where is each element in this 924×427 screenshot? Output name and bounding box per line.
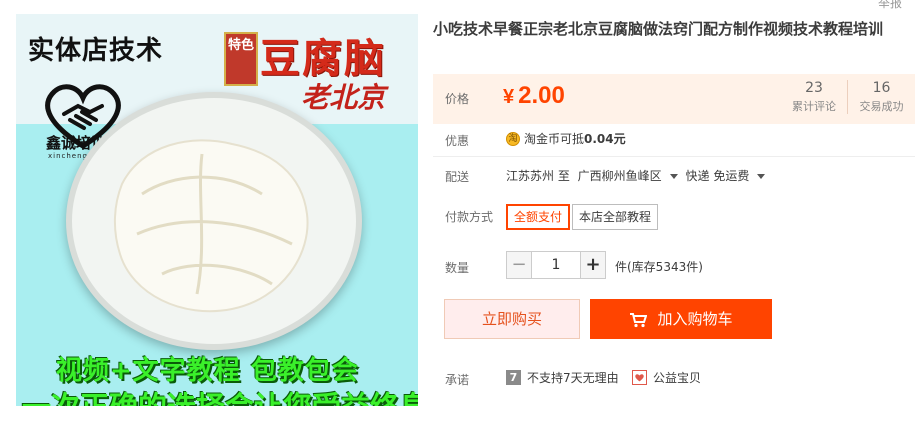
image-badge: 特色: [224, 32, 258, 86]
sales-label: 交易成功: [859, 100, 904, 113]
price-label: 价格: [445, 92, 470, 106]
sales-count: 16: [872, 80, 891, 96]
quantity-increase-button[interactable]: +: [580, 251, 606, 279]
promo-amount: 0.04元: [584, 132, 626, 146]
promise-item-2: 公益宝贝: [653, 371, 702, 385]
image-city: 老北京: [301, 81, 386, 114]
price-value: ¥2.00: [503, 82, 565, 110]
product-image[interactable]: 实体店技术 鑫诚培训 xinchengpeixun 特色 豆腐脑 老北京 视频+…: [16, 14, 418, 406]
sales-stat: 16 交易成功: [847, 80, 915, 114]
shipping-destination[interactable]: 广西柳州鱼峰区: [578, 169, 662, 183]
image-slogan-1: 视频+文字教程 包教包会: [56, 356, 359, 386]
image-slogan-2: 一次正确的选择会让您受益终身: [22, 384, 418, 406]
promise-no-7day-return[interactable]: 7 不支持7天无理由: [506, 369, 619, 386]
tofu-pudding: [113, 139, 309, 313]
reviews-label: 累计评论: [792, 100, 836, 113]
destination-chevron-down-icon[interactable]: [669, 174, 678, 179]
payment-option-full[interactable]: 全额支付: [506, 204, 571, 230]
stock-text: 件(库存5343件): [615, 260, 703, 274]
promo-text: 淘金币可抵: [524, 132, 585, 146]
buy-now-button[interactable]: 立即购买: [444, 299, 580, 339]
promise-charity[interactable]: 公益宝贝: [632, 369, 701, 386]
reviews-count: 23: [805, 80, 823, 96]
payment-label: 付款方式: [445, 210, 494, 224]
quantity-decrease-button[interactable]: −: [506, 251, 532, 279]
product-title: 小吃技术早餐正宗老北京豆腐脑做法窍门配方制作视频技术教程培训: [433, 20, 884, 38]
price-box: 价格 ¥2.00 23 累计评论 16 交易成功: [433, 74, 915, 124]
promise-item-1: 不支持7天无理由: [527, 371, 619, 385]
price-amount: 2.00: [518, 82, 565, 109]
reviews-stat[interactable]: 23 累计评论: [783, 80, 845, 114]
taobao-coin-icon: 淘: [506, 131, 520, 146]
shipping-label: 配送: [445, 170, 470, 184]
image-shop-text: 实体店技术: [28, 36, 164, 66]
method-chevron-down-icon[interactable]: [757, 174, 766, 179]
promise-label: 承诺: [445, 373, 470, 387]
add-to-cart-button[interactable]: 加入购物车: [590, 299, 772, 339]
add-to-cart-label: 加入购物车: [657, 310, 733, 328]
quantity-input[interactable]: 1: [532, 251, 580, 279]
shipping-origin: 江苏苏州 至: [506, 169, 570, 183]
payment-option-all-courses[interactable]: 本店全部教程: [572, 204, 659, 230]
quantity-label: 数量: [445, 261, 470, 275]
charity-heart-icon: [632, 370, 647, 385]
divider: [433, 156, 915, 157]
no-7day-return-icon: 7: [506, 370, 521, 385]
shipping-method[interactable]: 快递 免运费: [686, 169, 750, 183]
shipping-info: 江苏苏州 至 广西柳州鱼峰区 快递 免运费: [506, 167, 769, 184]
cart-icon: [630, 312, 648, 327]
report-link[interactable]: 举报: [878, 0, 902, 11]
promo-label: 优惠: [445, 134, 470, 148]
promo-info: 淘 淘金币可抵 0.04元: [506, 130, 626, 147]
currency-symbol: ¥: [503, 86, 515, 108]
